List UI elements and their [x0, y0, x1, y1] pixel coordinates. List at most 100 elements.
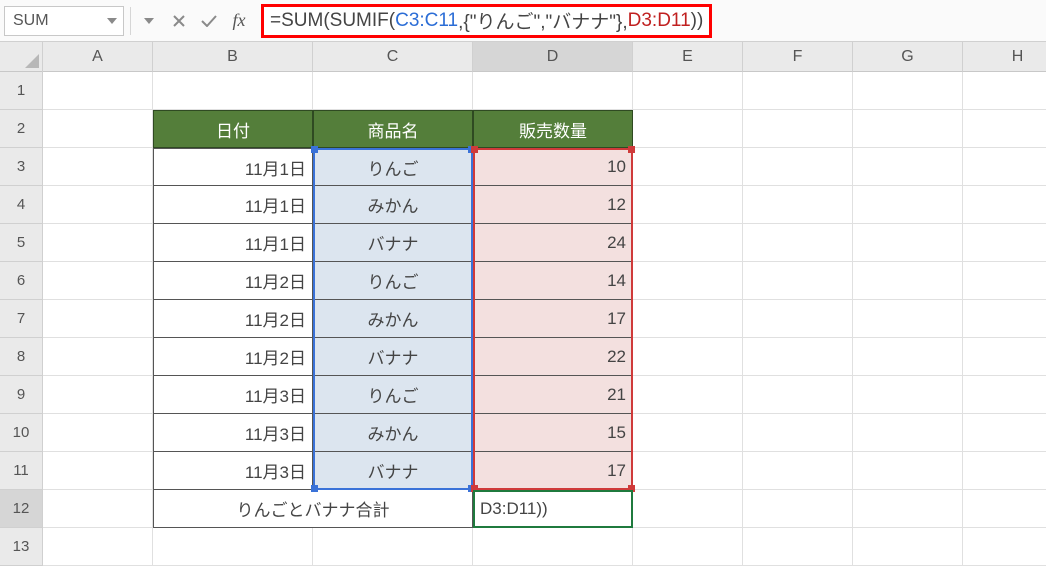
column-header[interactable]: H — [963, 42, 1046, 72]
cell-date[interactable]: 11月3日 — [153, 376, 313, 414]
cell-qty[interactable]: 17 — [473, 300, 633, 338]
cell-date[interactable]: 11月3日 — [153, 414, 313, 452]
cell-qty[interactable]: 21 — [473, 376, 633, 414]
cell[interactable] — [43, 414, 153, 452]
cell[interactable] — [43, 338, 153, 376]
cell[interactable] — [853, 452, 963, 490]
cell-qty[interactable]: 15 — [473, 414, 633, 452]
cell[interactable] — [153, 528, 313, 566]
enter-icon[interactable] — [197, 9, 221, 33]
cell[interactable] — [963, 186, 1046, 224]
cell-date[interactable]: 11月2日 — [153, 300, 313, 338]
cell-product[interactable]: みかん — [313, 414, 473, 452]
cell[interactable] — [43, 110, 153, 148]
cell[interactable] — [963, 490, 1046, 528]
cell-product[interactable]: りんご — [313, 376, 473, 414]
cell[interactable] — [963, 148, 1046, 186]
cell[interactable] — [743, 262, 853, 300]
column-header[interactable]: C — [313, 42, 473, 72]
cell[interactable] — [963, 376, 1046, 414]
row-header[interactable]: 3 — [0, 148, 42, 186]
cell[interactable] — [743, 224, 853, 262]
row-header[interactable]: 11 — [0, 452, 42, 490]
cell[interactable] — [313, 72, 473, 110]
column-header[interactable]: E — [633, 42, 743, 72]
footer-label[interactable]: りんごとバナナ合計 — [153, 490, 473, 528]
active-cell[interactable]: D3:D11)) — [473, 490, 633, 528]
cell[interactable] — [743, 300, 853, 338]
row-header[interactable]: 5 — [0, 224, 42, 262]
cell[interactable] — [633, 376, 743, 414]
cell[interactable] — [853, 414, 963, 452]
cell[interactable] — [633, 262, 743, 300]
table-header-product[interactable]: 商品名 — [313, 110, 473, 148]
cell[interactable] — [43, 148, 153, 186]
row-header[interactable]: 2 — [0, 110, 42, 148]
cell[interactable] — [853, 528, 963, 566]
cell-qty[interactable]: 14 — [473, 262, 633, 300]
cell-qty[interactable]: 22 — [473, 338, 633, 376]
cell[interactable] — [473, 72, 633, 110]
cell[interactable] — [43, 186, 153, 224]
cell[interactable] — [743, 528, 853, 566]
cell[interactable] — [43, 224, 153, 262]
cell[interactable] — [853, 262, 963, 300]
column-header[interactable]: B — [153, 42, 313, 72]
row-header[interactable]: 12 — [0, 490, 42, 528]
cell[interactable] — [43, 490, 153, 528]
select-all-corner[interactable] — [0, 42, 42, 72]
cell-qty[interactable]: 10 — [473, 148, 633, 186]
cell[interactable] — [743, 186, 853, 224]
row-header[interactable]: 7 — [0, 300, 42, 338]
cell[interactable] — [633, 300, 743, 338]
cancel-icon[interactable] — [167, 9, 191, 33]
row-header[interactable]: 1 — [0, 72, 42, 110]
cell-product[interactable]: バナナ — [313, 452, 473, 490]
cell[interactable] — [743, 376, 853, 414]
cell[interactable] — [963, 414, 1046, 452]
cell[interactable] — [963, 338, 1046, 376]
cell-product[interactable]: りんご — [313, 262, 473, 300]
table-header-qty[interactable]: 販売数量 — [473, 110, 633, 148]
cell[interactable] — [853, 376, 963, 414]
cell[interactable] — [743, 414, 853, 452]
name-box-dropdown-icon[interactable] — [105, 7, 119, 35]
row-header[interactable]: 6 — [0, 262, 42, 300]
cell-date[interactable]: 11月2日 — [153, 338, 313, 376]
cell[interactable] — [853, 300, 963, 338]
cell[interactable] — [633, 414, 743, 452]
cell[interactable] — [963, 224, 1046, 262]
cell[interactable] — [743, 148, 853, 186]
column-header[interactable]: D — [473, 42, 633, 72]
cell[interactable] — [963, 452, 1046, 490]
cell-date[interactable]: 11月1日 — [153, 148, 313, 186]
cell[interactable] — [963, 72, 1046, 110]
cell[interactable] — [43, 376, 153, 414]
cell-date[interactable]: 11月2日 — [153, 262, 313, 300]
cell[interactable] — [853, 490, 963, 528]
cell[interactable] — [473, 528, 633, 566]
cell[interactable] — [43, 528, 153, 566]
cell-product[interactable]: バナナ — [313, 338, 473, 376]
cell[interactable] — [743, 452, 853, 490]
cell[interactable] — [743, 338, 853, 376]
cell[interactable] — [313, 528, 473, 566]
cell[interactable] — [633, 528, 743, 566]
formula-input[interactable]: =SUM ( SUMIF ( C3:C11 ,{"りんご","バナナ"}, D3… — [261, 4, 712, 38]
cell[interactable] — [853, 186, 963, 224]
cell-date[interactable]: 11月1日 — [153, 224, 313, 262]
fx-icon[interactable]: fx — [227, 9, 251, 33]
cell[interactable] — [153, 72, 313, 110]
cell[interactable] — [743, 72, 853, 110]
cell-product[interactable]: みかん — [313, 186, 473, 224]
cell[interactable] — [853, 110, 963, 148]
row-header[interactable]: 8 — [0, 338, 42, 376]
cell-qty[interactable]: 12 — [473, 186, 633, 224]
cell[interactable] — [633, 490, 743, 528]
cell[interactable] — [43, 300, 153, 338]
cell-product[interactable]: りんご — [313, 148, 473, 186]
row-header[interactable]: 9 — [0, 376, 42, 414]
cell-product[interactable]: みかん — [313, 300, 473, 338]
cell[interactable] — [743, 110, 853, 148]
name-box[interactable]: SUM — [4, 6, 124, 36]
